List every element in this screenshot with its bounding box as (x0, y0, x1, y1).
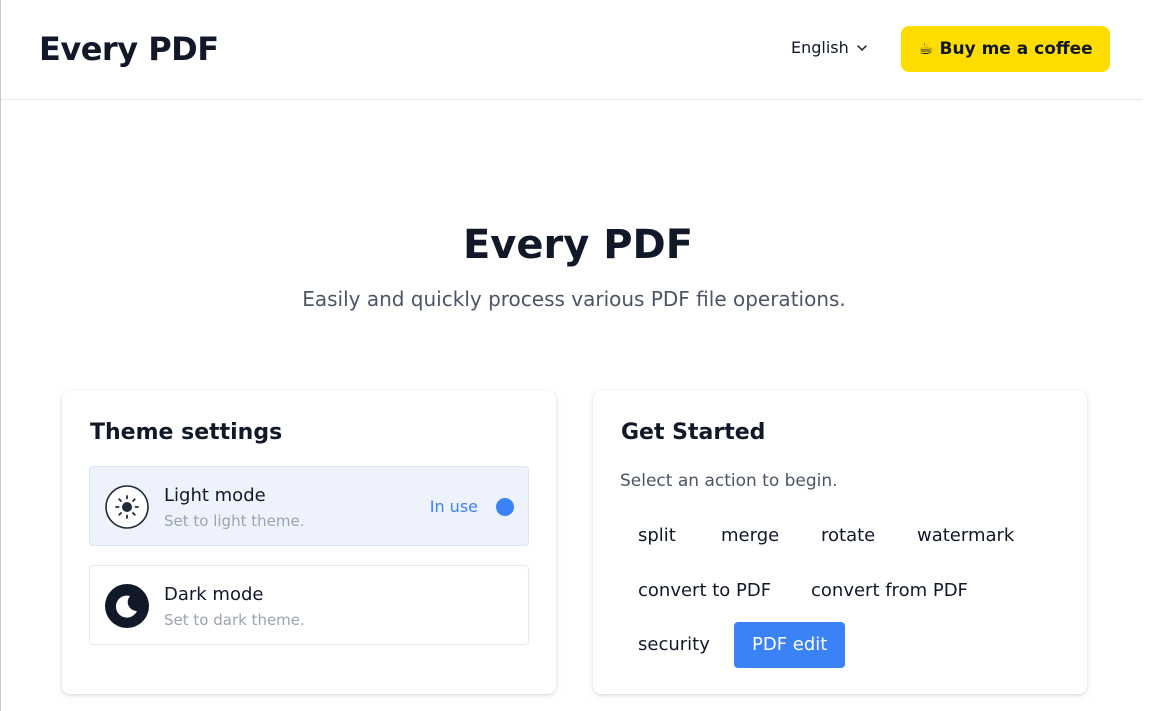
language-label: English (791, 38, 849, 57)
theme-option-dark[interactable]: Dark mode Set to dark theme. (89, 565, 529, 645)
buy-coffee-label: Buy me a coffee (939, 39, 1093, 59)
get-started-title: Get Started (621, 420, 766, 445)
hero-title: Every PDF (462, 222, 694, 268)
header: Every PDF English ☕ Buy me a coffee (1, 0, 1142, 100)
chevron-down-icon (857, 44, 867, 51)
theme-option-dark-name: Dark mode (164, 584, 264, 605)
action-watermark[interactable]: watermark (899, 513, 1032, 559)
theme-option-light-name: Light mode (164, 485, 266, 506)
coffee-icon: ☕ (918, 39, 934, 59)
theme-settings-title: Theme settings (90, 420, 283, 445)
action-convert-to-pdf[interactable]: convert to PDF (620, 568, 789, 614)
theme-option-light[interactable]: Light mode Set to light theme. In use (89, 466, 529, 546)
action-security[interactable]: security (620, 622, 728, 668)
action-split[interactable]: split (620, 513, 694, 559)
theme-settings-card: Theme settings Light mode Set to light t… (62, 391, 556, 694)
moon-icon (105, 584, 149, 628)
language-selector[interactable]: English (791, 38, 869, 57)
hero-subtitle: Easily and quickly process various PDF f… (302, 287, 846, 311)
action-merge[interactable]: merge (703, 513, 797, 559)
selected-dot-icon (496, 498, 514, 516)
get-started-description: Select an action to begin. (620, 471, 838, 491)
in-use-label: In use (429, 497, 478, 516)
action-convert-from-pdf[interactable]: convert from PDF (793, 568, 986, 614)
theme-option-light-desc: Set to light theme. (164, 512, 305, 530)
theme-option-dark-desc: Set to dark theme. (164, 611, 305, 629)
sun-icon (105, 485, 149, 529)
buy-coffee-button[interactable]: ☕ Buy me a coffee (901, 26, 1110, 72)
action-rotate[interactable]: rotate (803, 513, 893, 559)
get-started-card: Get Started Select an action to begin. s… (593, 391, 1087, 694)
logo[interactable]: Every PDF (39, 30, 219, 68)
action-pdf-edit[interactable]: PDF edit (734, 622, 846, 668)
